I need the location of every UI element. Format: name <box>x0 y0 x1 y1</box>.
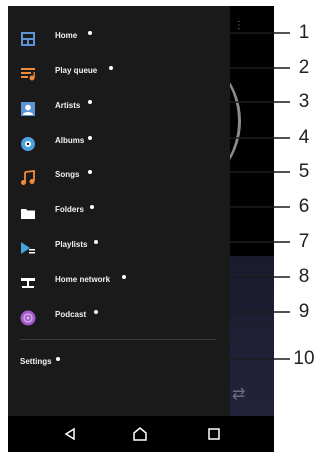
menu-item-albums[interactable]: Albums <box>8 127 230 161</box>
home-button-icon[interactable] <box>130 424 150 444</box>
back-icon[interactable] <box>60 424 80 444</box>
play-queue-icon <box>21 68 35 81</box>
callout-number-5: 5 <box>298 161 310 182</box>
menu-item-label: Home network <box>55 275 111 284</box>
callout-number-7: 7 <box>298 231 310 252</box>
phone-screen: ≡⋮ ⇄ Home Play queue <box>8 6 274 452</box>
repeat-icon[interactable]: ⇄ <box>232 384 245 404</box>
callout-number-6: 6 <box>298 196 310 217</box>
callout-number-9: 9 <box>298 301 310 322</box>
menu-divider <box>20 339 216 340</box>
menu-item-play-queue[interactable]: Play queue <box>8 57 230 91</box>
music-note-icon <box>21 170 35 185</box>
menu-item-home-network[interactable]: Home network <box>8 266 230 300</box>
home-network-icon <box>21 278 35 288</box>
settings-label: Settings <box>20 357 52 366</box>
menu-item-label: Songs <box>55 170 80 179</box>
recent-apps-icon[interactable] <box>204 424 224 444</box>
callout-number-1: 1 <box>298 22 310 43</box>
system-nav-bar <box>8 416 274 452</box>
podcast-icon <box>20 310 36 326</box>
menu-item-label: Playlists <box>55 240 88 249</box>
home-icon <box>21 32 35 46</box>
navigation-drawer: Home Play queue Artists Albums Songs Fol… <box>8 6 230 416</box>
album-icon <box>21 137 35 151</box>
menu-item-artists[interactable]: Artists <box>8 92 230 126</box>
menu-item-songs[interactable]: Songs <box>8 161 230 195</box>
folder-icon <box>21 209 35 219</box>
menu-item-podcast[interactable]: Podcast <box>8 301 230 335</box>
callout-number-2: 2 <box>298 57 310 78</box>
playlist-icon <box>21 242 35 254</box>
more-options-icon[interactable]: ⋮ <box>234 20 256 31</box>
menu-item-label: Albums <box>55 136 85 145</box>
callout-number-10: 10 <box>293 348 315 369</box>
menu-item-label: Play queue <box>55 66 98 75</box>
menu-item-label: Home <box>55 31 78 40</box>
menu-item-label: Podcast <box>55 310 87 319</box>
callout-number-3: 3 <box>298 91 310 112</box>
menu-item-home[interactable]: Home <box>8 22 230 56</box>
menu-item-label: Folders <box>55 205 84 214</box>
callout-number-4: 4 <box>298 127 310 148</box>
menu-item-label: Artists <box>55 101 81 110</box>
menu-item-folders[interactable]: Folders <box>8 196 230 230</box>
artist-icon <box>21 102 35 116</box>
menu-item-playlists[interactable]: Playlists <box>8 231 230 265</box>
callout-number-8: 8 <box>298 266 310 287</box>
menu-item-settings[interactable]: Settings <box>8 348 230 382</box>
